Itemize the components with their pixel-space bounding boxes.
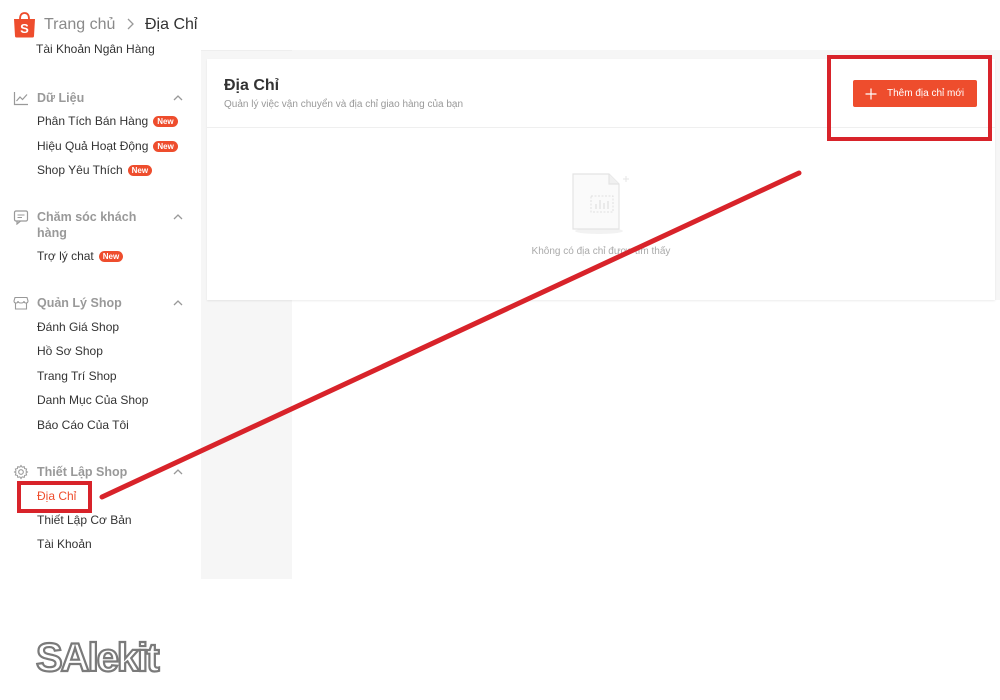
sidebar: Tài Khoản Ngân Hàng Dữ Liệu Phân Tích Bá… (0, 42, 201, 579)
sidebar-section-title[interactable]: Thiết Lập Shop (37, 464, 157, 480)
sidebar-item-label: Tài Khoản (37, 537, 92, 551)
chart-line-icon (13, 92, 28, 106)
sidebar-item-my-reports[interactable]: Báo Cáo Của Tôi (37, 418, 129, 432)
sidebar-item-favorite-shops[interactable]: Shop Yêu Thích New (37, 163, 153, 177)
sidebar-item-shop-profile[interactable]: Hồ Sơ Shop (37, 344, 103, 358)
breadcrumb-current: Địa Chỉ (145, 16, 198, 33)
empty-document-icon (572, 173, 629, 234)
chat-bubble-icon (13, 210, 29, 225)
divider (207, 127, 995, 128)
sidebar-item-label: Thiết Lập Cơ Bản (37, 513, 132, 527)
empty-state-text: Không có địa chỉ được tìm thấy (531, 246, 671, 257)
new-badge: New (127, 164, 153, 176)
sidebar-item-basic-settings[interactable]: Thiết Lập Cơ Bản (37, 513, 132, 527)
sidebar-item-shop-reviews[interactable]: Đánh Giá Shop (37, 320, 119, 334)
sidebar-item-bank-account[interactable]: Tài Khoản Ngân Hàng (36, 42, 155, 56)
sidebar-item-account[interactable]: Tài Khoản (37, 537, 92, 551)
sidebar-item-label: Danh Mục Của Shop (37, 393, 149, 407)
page-subtitle: Quản lý việc vận chuyển và địa chỉ giao … (224, 99, 464, 110)
svg-text:S: S (20, 21, 29, 36)
breadcrumb-home[interactable]: Trang chủ (44, 16, 115, 34)
sidebar-item-chat-assistant[interactable]: Trợ lý chat New (37, 249, 124, 263)
plus-icon (865, 88, 877, 99)
add-address-button-label: Thêm địa chỉ mới (887, 88, 965, 99)
chevron-up-icon[interactable] (172, 466, 184, 478)
content-background-lower (201, 300, 292, 579)
gear-icon (13, 464, 29, 480)
sidebar-item-performance[interactable]: Hiệu Quả Hoạt Động New (37, 139, 178, 153)
sidebar-item-label: Shop Yêu Thích (37, 163, 123, 177)
new-badge: New (98, 250, 124, 262)
salekit-watermark-logo: SAlekit (35, 635, 162, 681)
sidebar-item-label: Phân Tích Bán Hàng (37, 114, 149, 128)
chevron-up-icon[interactable] (172, 211, 184, 223)
sidebar-item-shop-decoration[interactable]: Trang Trí Shop (37, 369, 117, 383)
store-icon (13, 296, 29, 310)
sidebar-item-label: Trợ lý chat (37, 249, 94, 263)
sidebar-item-label: Báo Cáo Của Tôi (37, 418, 129, 432)
new-badge: New (153, 140, 178, 152)
sidebar-section-title[interactable]: Chăm sóc khách hàng (37, 209, 157, 241)
sidebar-item-label: Trang Trí Shop (37, 369, 117, 383)
sidebar-item-sales-analytics[interactable]: Phân Tích Bán Hàng New (37, 114, 178, 128)
sidebar-item-address[interactable]: Địa Chỉ (37, 489, 76, 503)
chevron-right-icon (127, 18, 134, 30)
add-address-button[interactable]: Thêm địa chỉ mới (853, 80, 977, 107)
watermark-text: SAlekit (36, 636, 159, 680)
chevron-up-icon[interactable] (172, 92, 184, 104)
new-badge: New (153, 115, 178, 127)
sidebar-item-label: Hiệu Quả Hoạt Động (37, 139, 149, 153)
address-card: Địa Chỉ Quản lý việc vận chuyển và địa c… (207, 59, 995, 300)
page-title: Địa Chỉ (224, 77, 280, 94)
shopee-logo-icon[interactable]: S (12, 11, 37, 38)
sidebar-item-label: Hồ Sơ Shop (37, 344, 103, 358)
sidebar-item-label: Địa Chỉ (37, 489, 77, 503)
sidebar-section-title[interactable]: Quản Lý Shop (37, 295, 157, 311)
sidebar-item-shop-categories[interactable]: Danh Mục Của Shop (37, 393, 148, 407)
sidebar-section-title[interactable]: Dữ Liệu (37, 90, 157, 106)
chevron-up-icon[interactable] (172, 297, 184, 309)
sidebar-item-label: Đánh Giá Shop (37, 320, 120, 334)
